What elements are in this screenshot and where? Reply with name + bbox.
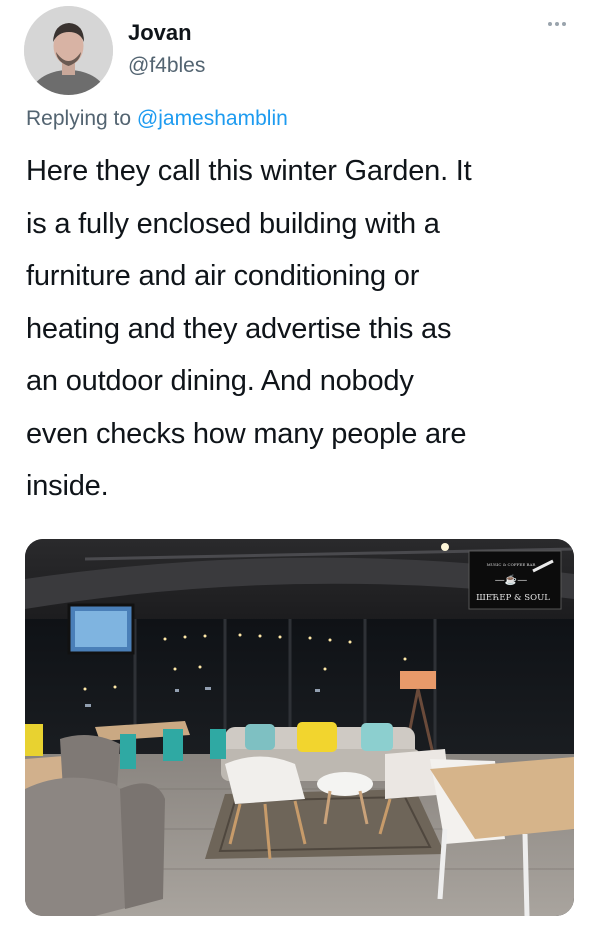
tweet-line: heating and they advertise this as <box>26 312 452 345</box>
tweet-text: Here they call this winter Garden. It is… <box>26 145 581 513</box>
tweet-line: an outdoor dining. And nobody <box>26 365 414 397</box>
more-icon[interactable] <box>548 22 566 26</box>
tweet-line: Here they call this winter Garden. It <box>26 155 472 187</box>
tweet-line: even checks how many people are <box>26 417 467 450</box>
tweet-photo[interactable]: MUSIC & COFFEE BAR —☕— ШЕЋЕР & SOUL <box>25 539 574 916</box>
tweet-line: furniture and air conditioning or <box>26 260 420 292</box>
reply-mention-link[interactable]: @jameshamblin <box>137 107 288 130</box>
reply-context: Replying to @jameshamblin <box>26 107 288 131</box>
logo-text: ШЕЋЕР & SOUL <box>476 593 550 603</box>
reply-prefix: Replying to <box>26 107 132 130</box>
cup-icon: —☕— <box>495 573 527 586</box>
logo-small-text: MUSIC & COFFEE BAR <box>487 562 537 567</box>
avatar[interactable] <box>24 6 113 95</box>
author-handle[interactable]: @f4bles <box>128 54 205 78</box>
user-avatar-icon <box>24 6 113 95</box>
tweet-line: is a fully enclosed building with a <box>26 207 440 240</box>
author-display-name[interactable]: Jovan <box>128 20 192 46</box>
tweet-line: inside. <box>26 470 109 502</box>
restaurant-interior-image: MUSIC & COFFEE BAR —☕— ШЕЋЕР & SOUL <box>25 539 574 916</box>
